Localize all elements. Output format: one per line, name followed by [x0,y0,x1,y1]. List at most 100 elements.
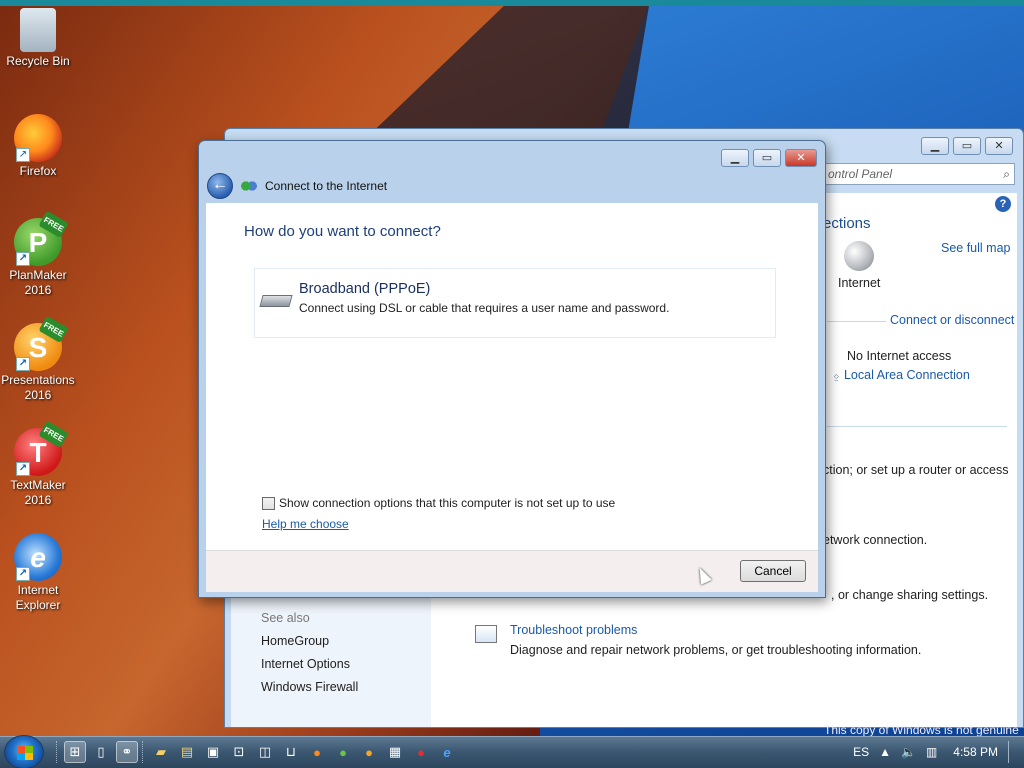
taskbar-network-adapter-icon[interactable]: ▯ [90,741,112,763]
network-icon [241,179,257,193]
local-area-connection-link[interactable]: ⍚ Local Area Connection [833,368,970,383]
see-also-homegroup[interactable]: HomeGroup [261,634,329,648]
desktop-icon-firefox[interactable]: ↗ Firefox [0,114,76,179]
option-description: Connect using DSL or cable that requires… [299,301,670,315]
taskbar-control-panel-icon[interactable]: ▦ [384,741,406,763]
dialog-navigation: ← Connect to the Internet [207,173,387,199]
taskbar-internet-explorer-icon[interactable]: e [436,741,458,763]
troubleshoot-icon [475,625,497,643]
see-also-heading: See also [261,611,310,625]
planmaker-icon: P FREE ↗ [14,210,69,266]
shortcut-arrow-icon: ↗ [16,462,30,476]
language-indicator[interactable]: ES [853,745,869,759]
desktop-icon-presentations[interactable]: S FREE ↗ Presentations 2016 [0,315,76,403]
see-also-windows-firewall[interactable]: Windows Firewall [261,680,358,694]
close-button[interactable]: ✕ [785,149,817,167]
wallpaper-top-strip [0,0,1024,6]
shortcut-arrow-icon: ↗ [16,357,30,371]
free-badge: FREE [38,210,69,239]
internet-explorer-icon: e ↗ [14,533,62,581]
taskbar-separator [142,741,146,763]
modem-icon [259,295,293,307]
desktop-icon-planmaker[interactable]: P FREE ↗ PlanMaker 2016 [0,210,76,298]
taskbar-presentations-icon[interactable]: ● [358,741,380,763]
see-full-map-link[interactable]: See full map [941,241,1010,255]
window-controls: ▁ ▭ ✕ [721,149,817,167]
taskbar-textmaker-icon[interactable]: ● [410,741,432,763]
volume-icon[interactable]: 🔈 [901,745,916,759]
taskbar-explorer-icon[interactable]: ▰ [150,741,172,763]
recycle-bin-icon [20,8,56,52]
desktop-icon-label: Firefox [19,164,57,178]
shortcut-arrow-icon: ↗ [16,567,30,581]
taskbar-planmaker-icon[interactable]: ● [332,741,354,763]
maximize-button[interactable]: ▭ [753,149,781,167]
shortcut-arrow-icon: ↗ [16,148,30,162]
search-icon[interactable]: ⌕ [1003,167,1010,182]
divider [827,426,1007,427]
dialog-title: Connect to the Internet [265,179,388,193]
checkbox-label: Show connection options that this comput… [279,496,616,510]
back-arrow-icon[interactable]: ← [207,173,233,199]
search-placeholder: ontrol Panel [828,167,893,181]
help-icon[interactable]: ? [995,196,1011,212]
taskbar-folder-icon[interactable]: ▤ [176,741,198,763]
desktop-icon-label: Internet Explorer [15,583,61,612]
taskbar-firefox-icon[interactable]: ● [306,741,328,763]
see-also-sidebar: See also HomeGroup Internet Options Wind… [231,598,431,727]
taskbar-separator [56,741,60,763]
system-tray: ES ▲ 🔈 ▥ 4:58 PM [853,741,1018,763]
show-hidden-icons-icon[interactable]: ▲ [879,745,891,759]
help-me-choose-link[interactable]: Help me choose [262,517,349,531]
windows-not-genuine-watermark: This copy of Windows is not genuine [824,723,1019,737]
local-area-connection-label: Local Area Connection [843,368,970,382]
close-button[interactable]: ✕ [985,137,1013,155]
textmaker-icon: T FREE ↗ [14,420,69,476]
taskbar-icons: ⊞ ▯ ⚭ ▰ ▤ ▣ ⊡ ◫ ⊔ ● ● ● ▦ ● e [56,741,458,763]
taskbar-connect-internet-icon[interactable]: ⚭ [116,741,138,763]
network-adapter-icon: ⍚ [833,368,844,382]
setup-connection-desc: ction; or set up a router or access [823,463,1009,477]
desktop-icon-recycle-bin[interactable]: Recycle Bin [0,8,76,69]
taskbar-computer-icon[interactable]: ▣ [202,741,224,763]
start-button[interactable] [4,735,44,768]
dialog-heading: How do you want to connect? [244,223,441,240]
desktop-icon-textmaker[interactable]: T FREE ↗ TextMaker 2016 [0,420,76,508]
desktop-icon-internet-explorer[interactable]: e ↗ Internet Explorer [0,533,76,613]
desktop-icon-label: TextMaker 2016 [10,478,66,507]
shortcut-arrow-icon: ↗ [16,252,30,266]
desktop-icon-label: Recycle Bin [6,54,70,68]
show-options-checkbox[interactable] [262,496,275,510]
show-desktop-button[interactable] [1008,741,1018,763]
sharing-settings-desc: , or change sharing settings. [831,588,989,602]
troubleshoot-problems-desc: Diagnose and repair network problems, or… [510,643,922,657]
maximize-button[interactable]: ▭ [953,137,981,155]
free-badge: FREE [38,315,69,344]
broadband-pppoe-option[interactable]: Broadband (PPPoE) Connect using DSL or c… [254,268,776,338]
taskbar-network-center-icon[interactable]: ⊞ [64,741,86,763]
presentations-icon: S FREE ↗ [14,315,69,371]
search-input[interactable]: ontrol Panel ⌕ [823,163,1015,185]
show-options-checkbox-row[interactable]: Show connection options that this comput… [262,496,615,510]
troubleshoot-problems-link[interactable]: Troubleshoot problems [510,623,637,637]
minimize-button[interactable]: ▁ [921,137,949,155]
clock[interactable]: 4:58 PM [953,745,998,759]
connect-to-internet-dialog: ▁ ▭ ✕ ← Connect to the Internet How do y… [198,140,826,598]
internet-globe-icon [844,241,874,271]
firefox-icon: ↗ [14,114,62,162]
dialog-footer: Cancel [206,550,818,592]
cancel-button[interactable]: Cancel [740,560,806,582]
see-also-internet-options[interactable]: Internet Options [261,657,350,671]
free-badge: FREE [38,420,69,449]
minimize-button[interactable]: ▁ [721,149,749,167]
page-title: ections [823,215,871,232]
taskbar-network-icon[interactable]: ⊡ [228,741,250,763]
connect-or-disconnect-link[interactable]: Connect or disconnect [886,313,1015,327]
dialog-body: How do you want to connect? Broadband (P… [206,203,818,550]
taskbar-recycle-bin-icon[interactable]: ⊔ [280,741,302,763]
network-status-icon[interactable]: ▥ [926,745,937,759]
desktop-icon-label: Presentations 2016 [1,373,75,402]
connect-network-desc: etwork connection. [823,533,928,547]
internet-label: Internet [838,276,881,290]
taskbar-display-icon[interactable]: ◫ [254,741,276,763]
